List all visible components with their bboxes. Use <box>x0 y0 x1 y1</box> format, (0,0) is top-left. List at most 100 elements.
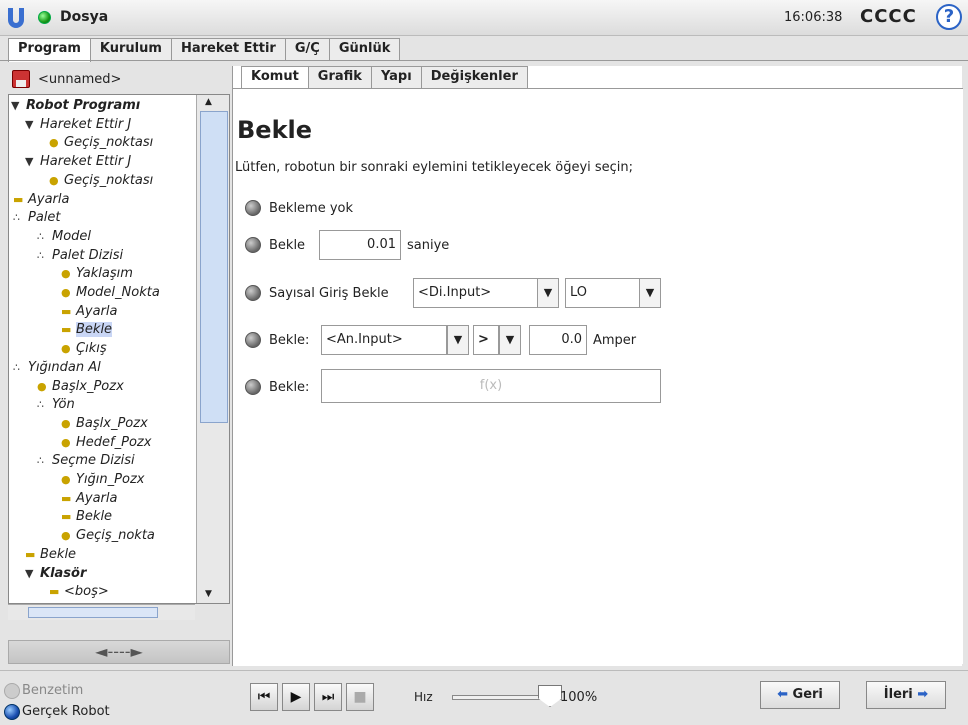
tree-hscroll-thumb[interactable] <box>28 607 158 618</box>
real-robot-radio[interactable] <box>4 704 20 720</box>
command-content: Bekle Lütfen, robotun bir sonraki eylemi… <box>233 88 963 664</box>
tree-node[interactable]: ● Başlx_Pozx <box>61 415 148 432</box>
tree-node[interactable]: ● Başlx_Pozx <box>37 378 124 395</box>
tree-vertical-scrollbar[interactable]: ▲ ▼ <box>196 95 229 603</box>
tree-node[interactable]: ● Geçiş_nokta <box>61 527 155 544</box>
tree-node[interactable]: ● Yığın_Pozx <box>61 471 144 488</box>
tree-node-label: Seçme Dizisi <box>52 453 135 469</box>
operator-select[interactable]: > <box>473 325 499 355</box>
tree-horizontal-scrollbar[interactable] <box>8 604 195 620</box>
tree-node[interactable]: ▬ Ayarla <box>61 490 117 507</box>
arrow-left-icon: ⬅ <box>777 687 788 702</box>
tree-node-label: Robot Programı <box>26 98 141 113</box>
tab-structure[interactable]: Yapı <box>370 66 422 88</box>
stop-button[interactable]: ■ <box>346 683 374 711</box>
collapse-triangle-icon: ▼ <box>25 566 34 580</box>
speed-label: Hız <box>414 690 433 704</box>
set-bar-icon: ▬ <box>61 510 72 524</box>
scroll-up-icon[interactable]: ▲ <box>205 97 212 107</box>
tree-node[interactable]: ▬ Ayarla <box>13 191 69 208</box>
tree-node[interactable]: ● Hedef_Pozx <box>61 434 151 451</box>
tab-log[interactable]: Günlük <box>328 38 401 60</box>
tree-node[interactable]: ▬ Bekle <box>61 321 113 338</box>
radio-expression[interactable] <box>245 379 261 395</box>
chevron-down-icon[interactable]: ▼ <box>537 278 559 308</box>
analog-value-input[interactable]: 0.0 <box>529 325 587 355</box>
app-title[interactable]: Dosya <box>60 9 108 25</box>
page-title: Bekle <box>237 116 313 144</box>
tree-node-label: Yığından Al <box>28 359 101 375</box>
tree-node[interactable]: ▼ Hareket Ettir J <box>25 116 131 133</box>
analog-input-label: Bekle: <box>269 333 310 348</box>
tree-node-label: Hareket Ettir J <box>40 154 132 170</box>
arrow-right-icon: ➡ <box>917 687 929 702</box>
tab-move[interactable]: Hareket Ettir <box>170 38 286 60</box>
save-icon[interactable] <box>12 70 30 88</box>
program-filename: <unnamed> <box>38 72 122 87</box>
scroll-down-icon[interactable]: ▼ <box>205 589 212 599</box>
tree-node[interactable]: ● Geçiş_noktası <box>49 134 153 151</box>
tab-command[interactable]: Komut <box>241 66 309 90</box>
waypoint-dot-icon: ● <box>61 529 71 543</box>
tab-installation[interactable]: Kurulum <box>89 38 172 60</box>
tree-node-label: Yığın_Pozx <box>76 472 145 487</box>
tree-node[interactable]: ∴ Palet <box>13 209 61 226</box>
tree-node[interactable]: ▼ Klasör <box>25 565 86 582</box>
chevron-down-icon[interactable]: ▼ <box>639 278 661 308</box>
chevron-down-icon[interactable]: ▼ <box>499 325 521 355</box>
expression-field[interactable]: f(x) <box>321 369 661 403</box>
play-button[interactable]: ▶ <box>282 683 310 711</box>
analog-unit: Amper <box>593 333 637 348</box>
tree-node[interactable]: ● Geçiş_noktası <box>49 172 153 189</box>
tree-node-label: <boş> <box>64 584 109 600</box>
tree-node[interactable]: ▼ Hareket Ettir J <box>25 153 131 170</box>
simulation-radio[interactable] <box>4 683 20 699</box>
tree-node[interactable]: ∴ Yığından Al <box>13 359 101 376</box>
radio-analog-input[interactable] <box>245 332 261 348</box>
tree-node[interactable]: ▬ Ayarla <box>61 303 117 320</box>
title-bar: Dosya 16:06:38 CCCC ? <box>0 0 968 36</box>
waypoint-dot-icon: ● <box>49 136 59 150</box>
tree-node[interactable]: ▬ Bekle <box>61 508 112 525</box>
tree-node[interactable]: ● Yaklaşım <box>61 265 133 282</box>
tree-node-label: Klasör <box>40 565 87 581</box>
tree-node[interactable]: ● Model_Nokta <box>61 284 160 301</box>
help-icon[interactable]: ? <box>936 4 962 30</box>
tree-node-label: Hareket Ettir J <box>40 116 132 132</box>
wait-time-input[interactable]: 0.01 <box>319 230 401 260</box>
digital-input-label: Sayısal Giriş Bekle <box>269 286 389 301</box>
panel-resize-arrows[interactable]: ◄----► <box>8 640 230 664</box>
next-button[interactable]: İleri ➡ <box>866 681 946 709</box>
robot-status-icon <box>38 11 51 24</box>
tab-program[interactable]: Program <box>8 38 91 62</box>
back-button[interactable]: ⬅ Geri <box>760 681 840 709</box>
clock: 16:06:38 <box>784 10 843 25</box>
radio-no-wait[interactable] <box>245 200 261 216</box>
analog-input-select[interactable]: <An.Input> <box>321 325 447 355</box>
radio-digital-input[interactable] <box>245 285 261 301</box>
tree-node-label: Model_Nokta <box>76 285 160 300</box>
tab-variables[interactable]: Değişkenler <box>420 66 528 88</box>
simulation-label: Benzetim <box>22 683 84 698</box>
tree-node[interactable]: ▬ Bekle <box>25 546 76 563</box>
no-wait-label: Bekleme yok <box>269 201 354 216</box>
tree-node[interactable]: ∴ Palet Dizisi <box>37 247 123 264</box>
speed-slider-knob[interactable] <box>538 685 562 707</box>
chevron-down-icon[interactable]: ▼ <box>447 325 469 355</box>
tree-scroll-thumb[interactable] <box>200 111 228 423</box>
tab-io[interactable]: G/Ç <box>284 38 330 60</box>
tree-node[interactable]: ▼ Robot Programı <box>11 97 140 114</box>
tree-node[interactable]: ∴ Yön <box>37 396 75 413</box>
tree-node[interactable]: ∴ Seçme Dizisi <box>37 452 135 469</box>
wait-time-label: Bekle <box>269 238 306 253</box>
rewind-button[interactable]: ⏮ <box>250 683 278 711</box>
set-bar-icon: ▬ <box>49 585 60 599</box>
tab-graphics[interactable]: Grafik <box>307 66 372 88</box>
collapse-triangle-icon: ▼ <box>25 117 34 131</box>
tree-node[interactable]: ∴ Model <box>37 228 91 245</box>
radio-wait-time[interactable] <box>245 237 261 253</box>
tree-node[interactable]: ● Çıkış <box>61 340 107 357</box>
step-button[interactable]: ⏭ <box>314 683 342 711</box>
tree-node[interactable]: ▬ <boş> <box>49 583 109 600</box>
tree-node-label: Bekle <box>76 322 113 338</box>
